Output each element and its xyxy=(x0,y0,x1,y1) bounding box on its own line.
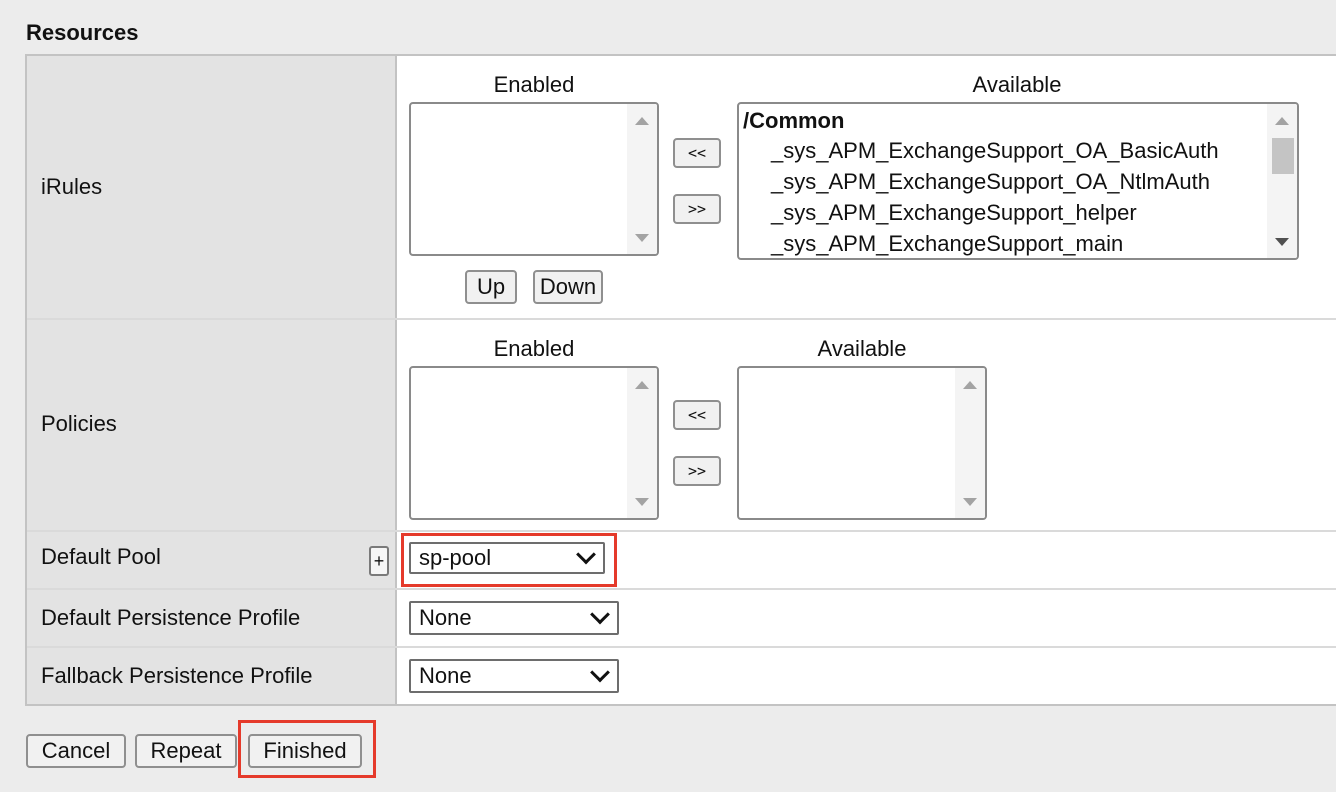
default-pool-label-cell: Default Pool + xyxy=(27,532,397,588)
add-pool-button[interactable]: + xyxy=(369,546,389,576)
section-title: Resources xyxy=(26,20,139,45)
fallback-persistence-selected-value: None xyxy=(419,663,472,688)
irules-down-button[interactable]: Down xyxy=(533,270,603,304)
scrollbar[interactable] xyxy=(627,104,657,254)
scroll-down-arrow-icon[interactable] xyxy=(635,498,649,506)
scroll-down-arrow-icon[interactable] xyxy=(1275,238,1289,246)
default-pool-row: Default Pool + sp-pool xyxy=(27,532,1336,590)
fallback-persistence-select[interactable]: None xyxy=(409,659,619,693)
default-persistence-row: Default Persistence Profile None xyxy=(27,590,1336,648)
cancel-button[interactable]: Cancel xyxy=(26,734,126,768)
irules-label-cell: iRules xyxy=(27,56,397,318)
scroll-down-arrow-icon[interactable] xyxy=(635,234,649,242)
irules-enabled-caption: Enabled xyxy=(493,72,575,97)
scroll-up-arrow-icon[interactable] xyxy=(1275,117,1289,125)
policies-enabled-listbox[interactable] xyxy=(409,366,659,520)
chevron-down-icon xyxy=(590,604,610,625)
fallback-persistence-label: Fallback Persistence Profile xyxy=(41,663,313,688)
irules-move-left-button[interactable]: << xyxy=(673,138,721,168)
scroll-up-arrow-icon[interactable] xyxy=(963,381,977,389)
scroll-up-arrow-icon[interactable] xyxy=(635,117,649,125)
default-persistence-selected-value: None xyxy=(419,605,472,630)
policies-available-listbox[interactable] xyxy=(737,366,987,520)
list-group-header: /Common xyxy=(743,108,845,133)
repeat-button[interactable]: Repeat xyxy=(135,734,237,768)
default-pool-value-cell: sp-pool xyxy=(397,532,1336,588)
policies-move-left-button[interactable]: << xyxy=(673,400,721,430)
policies-move-right-button[interactable]: >> xyxy=(673,456,721,486)
default-persistence-label-cell: Default Persistence Profile xyxy=(27,590,397,646)
finished-button[interactable]: Finished xyxy=(248,734,362,768)
policies-label-cell: Policies xyxy=(27,320,397,530)
irules-up-button[interactable]: Up xyxy=(465,270,517,304)
scroll-down-arrow-icon[interactable] xyxy=(963,498,977,506)
irules-enabled-listbox[interactable] xyxy=(409,102,659,256)
policies-value-cell: Enabled Available << >> xyxy=(397,320,1336,530)
default-pool-label: Default Pool xyxy=(41,544,161,569)
default-pool-selected-value: sp-pool xyxy=(419,545,492,570)
fallback-persistence-value-cell: None xyxy=(397,648,1336,704)
chevron-down-icon xyxy=(576,544,596,565)
policies-row: Policies Enabled Available << >> xyxy=(27,320,1336,532)
irules-available-caption: Available xyxy=(972,72,1062,97)
list-item[interactable]: _sys_APM_ExchangeSupport_OA_BasicAuth xyxy=(771,138,1219,164)
default-persistence-value-cell: None xyxy=(397,590,1336,646)
policies-label: Policies xyxy=(41,411,117,436)
list-item[interactable]: _sys_APM_ExchangeSupport_helper xyxy=(771,200,1137,226)
scrollbar[interactable] xyxy=(627,368,657,518)
resources-table: iRules Enabled Available << >> /Common _… xyxy=(25,54,1336,706)
default-persistence-label: Default Persistence Profile xyxy=(41,605,301,630)
policies-enabled-caption: Enabled xyxy=(493,336,575,361)
scrollbar[interactable] xyxy=(955,368,985,518)
irules-row: iRules Enabled Available << >> /Common _… xyxy=(27,56,1336,320)
irules-available-listbox[interactable]: /Common _sys_APM_ExchangeSupport_OA_Basi… xyxy=(737,102,1299,260)
irules-value-cell: Enabled Available << >> /Common _sys_APM… xyxy=(397,56,1336,318)
list-item[interactable]: _sys_APM_ExchangeSupport_main xyxy=(771,231,1123,257)
fallback-persistence-label-cell: Fallback Persistence Profile xyxy=(27,648,397,704)
policies-available-caption: Available xyxy=(817,336,907,361)
irules-label: iRules xyxy=(41,174,103,199)
default-persistence-select[interactable]: None xyxy=(409,601,619,635)
scroll-up-arrow-icon[interactable] xyxy=(635,381,649,389)
default-pool-select[interactable]: sp-pool xyxy=(409,542,605,574)
fallback-persistence-row: Fallback Persistence Profile None xyxy=(27,648,1336,704)
scrollbar[interactable] xyxy=(1267,104,1297,258)
list-item[interactable]: _sys_APM_ExchangeSupport_OA_NtlmAuth xyxy=(771,169,1210,195)
chevron-down-icon xyxy=(590,662,610,683)
scrollbar-thumb[interactable] xyxy=(1272,138,1294,174)
irules-move-right-button[interactable]: >> xyxy=(673,194,721,224)
